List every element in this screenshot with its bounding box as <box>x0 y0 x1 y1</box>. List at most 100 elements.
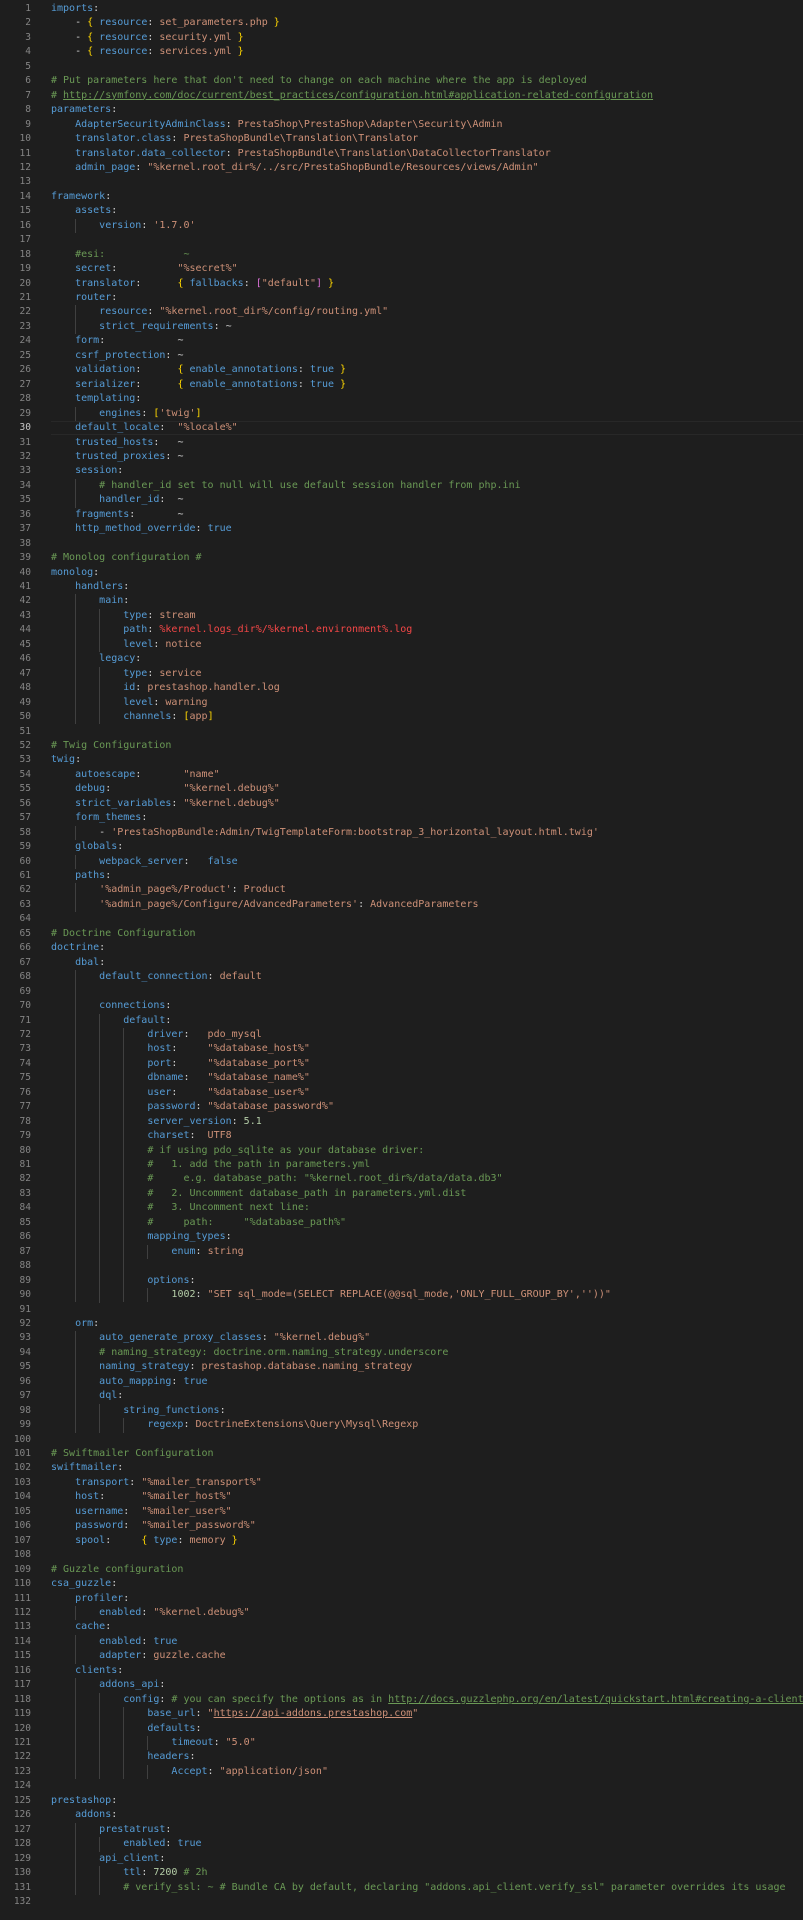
code-line[interactable]: server_version: 5.1 <box>51 1115 803 1129</box>
code-line[interactable]: options: <box>51 1274 803 1288</box>
code-line[interactable]: password: "%database_password%" <box>51 1100 803 1114</box>
code-line[interactable]: # 2. Uncomment database_path in paramete… <box>51 1187 803 1201</box>
code-line[interactable]: default_connection: default <box>51 970 803 984</box>
code-line[interactable]: password: "%mailer_password%" <box>51 1519 803 1533</box>
code-line[interactable]: mapping_types: <box>51 1230 803 1244</box>
code-line[interactable]: Accept: "application/json" <box>51 1765 803 1779</box>
code-line[interactable]: # if using pdo_sqlite as your database d… <box>51 1144 803 1158</box>
code-line[interactable]: swiftmailer: <box>51 1461 803 1475</box>
code-line[interactable]: headers: <box>51 1750 803 1764</box>
code-line[interactable]: strict_requirements: ~ <box>51 320 803 334</box>
code-line[interactable]: level: notice <box>51 638 803 652</box>
code-line[interactable]: - 'PrestaShopBundle:Admin/TwigTemplateFo… <box>51 826 803 840</box>
code-line[interactable]: debug: "%kernel.debug%" <box>51 782 803 796</box>
code-line[interactable]: parameters: <box>51 103 803 117</box>
code-line[interactable]: AdapterSecurityAdminClass: PrestaShop\Pr… <box>51 118 803 132</box>
code-line[interactable]: serializer: { enable_annotations: true } <box>51 378 803 392</box>
code-line[interactable]: host: "%database_host%" <box>51 1042 803 1056</box>
code-line[interactable]: # naming_strategy: doctrine.orm.naming_s… <box>51 1346 803 1360</box>
code-line[interactable]: webpack_server: false <box>51 855 803 869</box>
code-line[interactable] <box>51 233 803 247</box>
code-line[interactable]: - { resource: set_parameters.php } <box>51 16 803 30</box>
code-line[interactable]: '%admin_page%/Configure/AdvancedParamete… <box>51 898 803 912</box>
code-line[interactable] <box>51 537 803 551</box>
code-line[interactable]: path: %kernel.logs_dir%/%kernel.environm… <box>51 623 803 637</box>
code-line[interactable]: ttl: 7200 # 2h <box>51 1866 803 1880</box>
code-line[interactable] <box>51 1779 803 1793</box>
code-line[interactable]: strict_variables: "%kernel.debug%" <box>51 797 803 811</box>
code-line[interactable]: enabled: true <box>51 1837 803 1851</box>
code-line[interactable]: base_url: "https://api-addons.prestashop… <box>51 1707 803 1721</box>
code-line[interactable]: # Guzzle configuration <box>51 1563 803 1577</box>
code-line[interactable]: addons_api: <box>51 1678 803 1692</box>
code-line[interactable]: handler_id: ~ <box>51 493 803 507</box>
code-line[interactable]: auto_generate_proxy_classes: "%kernel.de… <box>51 1331 803 1345</box>
code-line[interactable]: # path: "%database_path%" <box>51 1216 803 1230</box>
code-line[interactable]: globals: <box>51 840 803 854</box>
code-line[interactable]: clients: <box>51 1664 803 1678</box>
code-line[interactable]: # verify_ssl: ~ # Bundle CA by default, … <box>51 1881 803 1895</box>
code-line[interactable]: # Swiftmailer Configuration <box>51 1447 803 1461</box>
code-line[interactable]: assets: <box>51 204 803 218</box>
code-line[interactable]: csrf_protection: ~ <box>51 349 803 363</box>
code-line[interactable]: default: <box>51 1014 803 1028</box>
code-line[interactable]: # Put parameters here that don't need to… <box>51 74 803 88</box>
code-line[interactable]: translator.class: PrestaShopBundle\Trans… <box>51 132 803 146</box>
code-line[interactable] <box>51 60 803 74</box>
code-line[interactable]: timeout: "5.0" <box>51 1736 803 1750</box>
code-line[interactable]: user: "%database_user%" <box>51 1086 803 1100</box>
code-line[interactable]: session: <box>51 464 803 478</box>
code-line[interactable]: engines: ['twig'] <box>51 407 803 421</box>
code-line[interactable] <box>51 1548 803 1562</box>
code-line[interactable]: dbal: <box>51 956 803 970</box>
code-line[interactable]: dbname: "%database_name%" <box>51 1071 803 1085</box>
code-line[interactable]: # Twig Configuration <box>51 739 803 753</box>
code-line[interactable]: paths: <box>51 869 803 883</box>
code-line[interactable]: profiler: <box>51 1592 803 1606</box>
code-line[interactable]: twig: <box>51 753 803 767</box>
code-line[interactable]: fragments: ~ <box>51 508 803 522</box>
code-line[interactable]: prestashop: <box>51 1794 803 1808</box>
code-line[interactable]: 1002: "SET sql_mode=(SELECT REPLACE(@@sq… <box>51 1288 803 1302</box>
code-line[interactable]: trusted_proxies: ~ <box>51 450 803 464</box>
code-line[interactable] <box>51 1433 803 1447</box>
code-line[interactable]: translator.data_collector: PrestaShopBun… <box>51 147 803 161</box>
code-line[interactable] <box>51 912 803 926</box>
code-line[interactable] <box>51 175 803 189</box>
code-line[interactable]: # http://symfony.com/doc/current/best_pr… <box>51 89 803 103</box>
code-line[interactable]: admin_page: "%kernel.root_dir%/../src/Pr… <box>51 161 803 175</box>
code-line[interactable]: # 3. Uncomment next line: <box>51 1201 803 1215</box>
code-line[interactable]: csa_guzzle: <box>51 1577 803 1591</box>
code-line[interactable]: charset: UTF8 <box>51 1129 803 1143</box>
code-line[interactable]: config: # you can specify the options as… <box>51 1693 803 1707</box>
code-line[interactable]: orm: <box>51 1317 803 1331</box>
code-line[interactable]: templating: <box>51 392 803 406</box>
code-line[interactable]: connections: <box>51 999 803 1013</box>
code-line[interactable]: form: ~ <box>51 334 803 348</box>
code-line[interactable]: resource: "%kernel.root_dir%/config/rout… <box>51 305 803 319</box>
code-line[interactable]: type: stream <box>51 609 803 623</box>
code-line[interactable]: auto_mapping: true <box>51 1375 803 1389</box>
code-line[interactable]: default_locale: "%locale%" <box>51 421 803 435</box>
code-line[interactable]: string_functions: <box>51 1404 803 1418</box>
code-line[interactable]: adapter: guzzle.cache <box>51 1649 803 1663</box>
code-line[interactable]: imports: <box>51 2 803 16</box>
code-line[interactable]: level: warning <box>51 696 803 710</box>
code-line[interactable]: # Monolog configuration # <box>51 551 803 565</box>
code-line[interactable] <box>51 1895 803 1909</box>
code-line[interactable]: framework: <box>51 190 803 204</box>
code-line[interactable]: monolog: <box>51 566 803 580</box>
code-line[interactable]: #esi: ~ <box>51 248 803 262</box>
code-line[interactable] <box>51 1259 803 1273</box>
code-line[interactable]: channels: [app] <box>51 710 803 724</box>
code-line[interactable]: type: service <box>51 667 803 681</box>
code-line[interactable]: username: "%mailer_user%" <box>51 1505 803 1519</box>
code-line[interactable] <box>51 1303 803 1317</box>
code-line[interactable]: host: "%mailer_host%" <box>51 1490 803 1504</box>
code-line[interactable]: transport: "%mailer_transport%" <box>51 1476 803 1490</box>
code-line[interactable]: addons: <box>51 1808 803 1822</box>
code-line[interactable]: id: prestashop.handler.log <box>51 681 803 695</box>
code-line[interactable]: dql: <box>51 1389 803 1403</box>
code-line[interactable]: handlers: <box>51 580 803 594</box>
code-line[interactable]: # handler_id set to null will use defaul… <box>51 479 803 493</box>
